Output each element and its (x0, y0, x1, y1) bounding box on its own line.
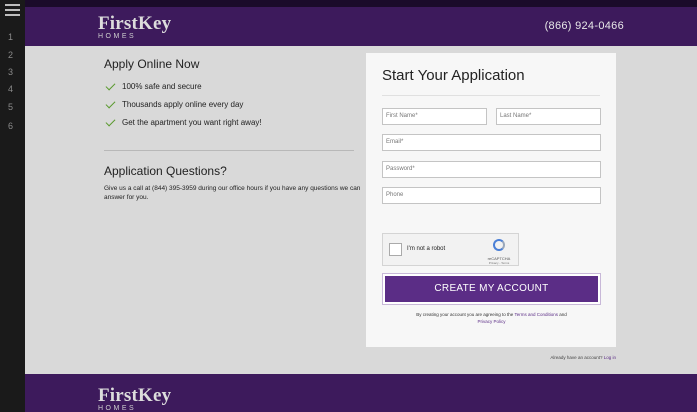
last-name-field[interactable]: Last Name* (496, 108, 601, 125)
benefit-item: Thousands apply online every day (104, 96, 262, 114)
footer-logo-wordmark: FirstKey (98, 385, 172, 406)
form-title: Start Your Application (382, 67, 525, 84)
phone-field[interactable]: Phone (382, 187, 601, 204)
recaptcha-widget: I'm not a robot reCAPTCHA Privacy - Term… (382, 233, 519, 266)
benefit-text: 100% safe and secure (122, 82, 202, 91)
check-icon (105, 98, 116, 109)
menu-icon[interactable] (5, 4, 20, 18)
footer-logo[interactable]: FirstKey HOMES (98, 385, 172, 412)
benefit-text: Thousands apply online every day (122, 100, 244, 109)
recaptcha-checkbox[interactable] (389, 243, 402, 256)
check-icon (105, 80, 116, 91)
recaptcha-logo: reCAPTCHA Privacy - Terms (484, 238, 514, 265)
line-number: 1 (8, 32, 14, 42)
login-prompt-text: Already have an account? (550, 355, 603, 360)
create-account-button[interactable]: CREATE MY ACCOUNT (385, 276, 598, 302)
page: FirstKey HOMES (866) 924-0466 Apply Onli… (25, 0, 697, 412)
header-logo[interactable]: FirstKey HOMES (98, 13, 172, 40)
line-number: 2 (8, 50, 14, 60)
site-header: FirstKey HOMES (866) 924-0466 (25, 7, 697, 46)
recaptcha-icon (493, 239, 505, 251)
recaptcha-links[interactable]: Privacy - Terms (484, 261, 514, 265)
apply-online-heading: Apply Online Now (104, 57, 200, 71)
terms-prefix: By creating your account you are agreein… (416, 312, 514, 317)
editor-gutter: 1 2 3 4 5 6 (0, 0, 25, 412)
first-name-field[interactable]: First Name* (382, 108, 487, 125)
benefit-item: Get the apartment you want right away! (104, 114, 262, 132)
footer-logo-subtext: HOMES (98, 405, 137, 412)
terms-notice: By creating your account you are agreein… (382, 311, 601, 325)
header-phone-link[interactable]: (866) 924-0466 (545, 20, 624, 32)
privacy-policy-link[interactable]: Privacy Policy (477, 319, 505, 324)
line-number: 4 (8, 84, 14, 94)
line-number: 6 (8, 121, 14, 131)
check-icon (105, 116, 116, 127)
top-stripe (25, 0, 697, 7)
logo-wordmark: FirstKey (98, 13, 172, 34)
terms-and: and (559, 312, 567, 317)
login-prompt: Already have an account? Log in (550, 355, 616, 360)
section-divider (104, 150, 354, 151)
benefit-text: Get the apartment you want right away! (122, 118, 262, 127)
line-number: 3 (8, 67, 14, 77)
login-link[interactable]: Log in (604, 355, 616, 360)
benefits-list: 100% safe and secure Thousands apply onl… (104, 78, 262, 132)
application-form-card: Start Your Application First Name* Last … (366, 53, 616, 347)
benefit-item: 100% safe and secure (104, 78, 262, 96)
recaptcha-label: I'm not a robot (407, 246, 446, 252)
application-questions-text: Give us a call at (844) 395-3959 during … (104, 185, 361, 201)
logo-subtext: HOMES (98, 33, 137, 40)
application-questions-heading: Application Questions? (104, 164, 227, 178)
site-footer: FirstKey HOMES (25, 374, 697, 412)
line-number: 5 (8, 102, 14, 112)
password-field[interactable]: Password* (382, 161, 601, 178)
terms-link[interactable]: Terms and Conditions (514, 312, 558, 317)
submit-button-frame: CREATE MY ACCOUNT (382, 273, 601, 305)
form-title-rule (382, 95, 600, 96)
email-field[interactable]: Email* (382, 134, 601, 151)
